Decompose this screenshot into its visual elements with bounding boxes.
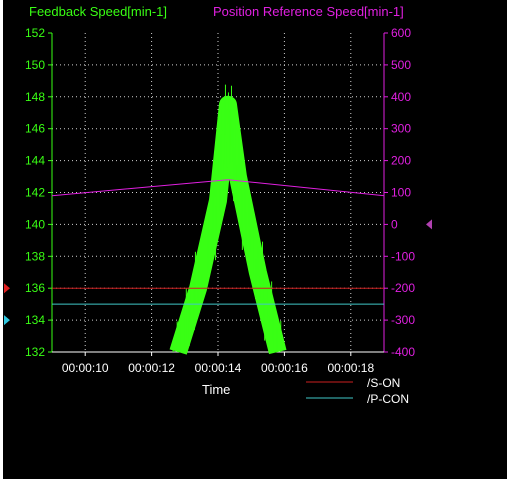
x-tick-label: 00:00:18 [327,361,374,375]
x-tick-label: 00:00:16 [261,361,308,375]
left-tick-label: 148 [25,90,45,104]
right-tick-label: -100 [391,249,415,263]
left-tick-label: 142 [25,186,45,200]
right-tick-label: 600 [391,26,411,40]
legend-label: /P-CON [367,392,409,406]
right-axis-ticks: -400 -300 -200 -100 0 100 200 300 400 500 600 [384,26,415,359]
right-tick-label: 0 [391,217,398,231]
right-tick-label: 500 [391,58,411,72]
legend-label: /S-ON [367,376,400,390]
x-axis-title: Time [202,382,230,397]
right-axis-title: Position Reference Speed[min-1] [213,4,404,19]
right-tick-label: -400 [391,345,415,359]
left-axis-marker[interactable] [4,315,10,326]
left-axis-ticks: 132 134 136 138 140 142 144 146 148 150 152 [25,26,52,359]
series-group [51,84,385,355]
x-tick-label: 00:00:12 [128,361,175,375]
left-axis-title: Feedback Speed[min-1] [29,4,167,19]
x-axis-ticks: 00:00:10 00:00:12 00:00:14 00:00:16 00:00:18 [62,352,374,375]
right-axis-marker[interactable] [426,219,432,230]
left-tick-label: 146 [25,122,45,136]
left-tick-label: 140 [25,217,45,231]
left-tick-label: 136 [25,281,45,295]
right-tick-label: -300 [391,313,415,327]
right-tick-label: 400 [391,90,411,104]
left-tick-label: 138 [25,249,45,263]
left-axis-marker[interactable] [4,283,10,294]
left-tick-label: 152 [25,26,45,40]
trace-panel: 132 134 136 138 140 142 144 146 148 150 152 -400 -3… [3,0,507,479]
x-tick-label: 00:00:10 [62,361,109,375]
right-tick-label: 100 [391,186,411,200]
legend: /S-ON/P-CON [306,376,409,406]
trace-chart: 132 134 136 138 140 142 144 146 148 150 152 -400 -3… [4,4,432,406]
left-tick-label: 134 [25,313,45,327]
x-tick-label: 00:00:14 [195,361,242,375]
left-tick-label: 150 [25,58,45,72]
left-tick-label: 132 [25,345,45,359]
right-tick-label: 200 [391,154,411,168]
right-tick-label: -200 [391,281,415,295]
right-tick-label: 300 [391,122,411,136]
left-tick-label: 144 [25,154,45,168]
